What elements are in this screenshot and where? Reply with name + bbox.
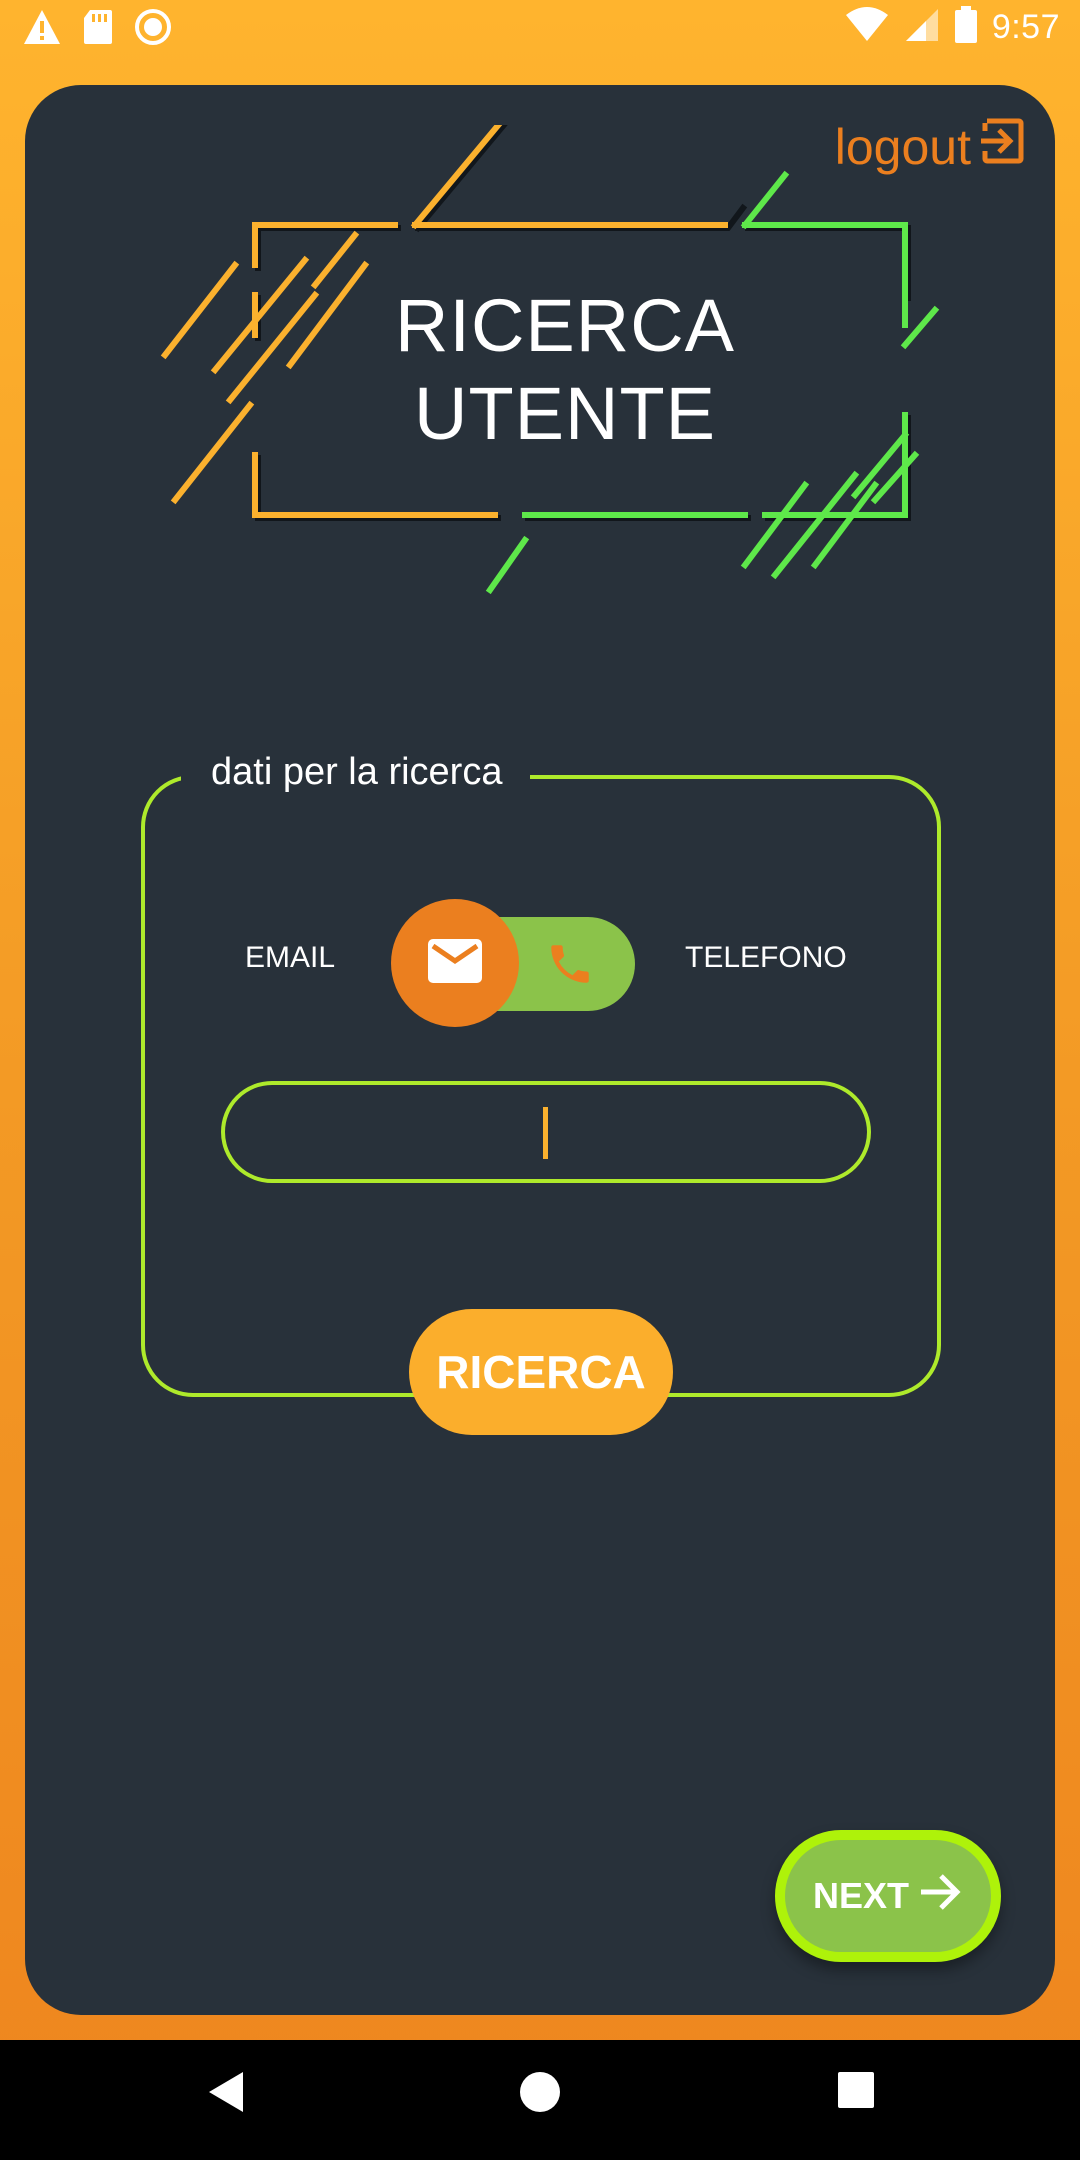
status-bar: 9:57	[0, 0, 1080, 62]
record-icon	[134, 8, 172, 51]
search-button[interactable]: RICERCA	[409, 1309, 673, 1435]
text-caret	[543, 1107, 548, 1159]
search-fieldset: dati per la ricerca EMAIL TELEFONO RICER…	[141, 751, 941, 1435]
arrow-right-icon	[919, 1872, 963, 1921]
recents-icon[interactable]	[836, 2070, 876, 2115]
page-title: RICERCA UTENTE	[155, 125, 955, 605]
signal-icon	[904, 7, 940, 48]
back-icon[interactable]	[205, 2070, 245, 2119]
navigation-bar	[0, 2040, 1080, 2160]
home-icon[interactable]	[518, 2070, 562, 2119]
phone-icon[interactable]	[545, 939, 595, 994]
phone-option-label[interactable]: TELEFONO	[685, 941, 847, 975]
email-icon	[428, 938, 482, 988]
search-type-toggle-row: EMAIL TELEFONO	[145, 899, 937, 1029]
sd-card-icon	[82, 8, 114, 51]
main-card: logout RICERCA UTENTE dati per la ricerc…	[25, 85, 1055, 2015]
next-button[interactable]: NEXT	[775, 1830, 1001, 1962]
next-label: NEXT	[812, 1875, 909, 1916]
fieldset-legend: dati per la ricerca	[181, 751, 531, 794]
switch-knob[interactable]	[391, 899, 519, 1027]
status-time: 9:57	[991, 8, 1060, 46]
title-frame: RICERCA UTENTE	[155, 100, 955, 605]
search-input-wrapper	[221, 1081, 871, 1183]
wifi-icon	[844, 7, 890, 48]
warning-icon	[22, 8, 62, 51]
title-line-2: UTENTE	[414, 372, 716, 455]
title-line-1: RICERCA	[394, 284, 736, 367]
email-option-label[interactable]: EMAIL	[245, 941, 335, 975]
battery-icon	[954, 6, 978, 49]
logout-icon	[977, 117, 1025, 177]
